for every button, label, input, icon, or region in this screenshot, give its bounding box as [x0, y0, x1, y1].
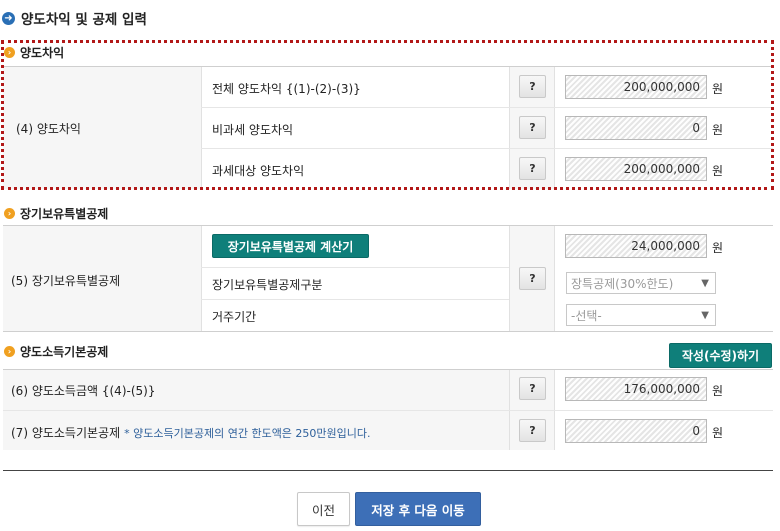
help-button-longterm[interactable]: ?: [519, 267, 546, 290]
income-amount-field[interactable]: 176,000,000: [565, 377, 707, 401]
section-header-basic: › 양도소득기본공제: [4, 343, 108, 360]
chevron-down-icon: ▼: [701, 309, 709, 321]
help-button-income[interactable]: ?: [519, 377, 546, 400]
prev-button[interactable]: 이전: [297, 492, 350, 526]
residence-period-select[interactable]: -선택- ▼: [566, 304, 716, 326]
residence-period-label: 거주기간: [212, 310, 257, 324]
longterm-type-label: 장기보유특별공제구분: [212, 278, 323, 292]
chevron-circle-icon: ›: [4, 346, 15, 357]
footer-divider: [3, 470, 773, 471]
longterm-deduction-field[interactable]: 24,000,000: [565, 234, 707, 258]
unit-label: 원: [712, 241, 724, 255]
page-title: ➜ 양도차익 및 공제 입력: [2, 8, 147, 28]
longterm-type-select[interactable]: 장특공제(30%한도) ▼: [566, 272, 716, 294]
unit-label: 원: [712, 426, 724, 440]
limit-note: * 양도소득기본공제의 연간 한도액은 250만원입니다.: [124, 427, 371, 440]
save-next-button[interactable]: 저장 후 다음 이동: [355, 492, 481, 526]
arrow-right-circle-icon: ➜: [2, 11, 15, 25]
longterm-row-label: (5) 장기보유특별공제: [11, 274, 121, 288]
highlight-box: [1, 40, 774, 190]
longterm-calculator-button[interactable]: 장기보유특별공제 계산기: [212, 234, 369, 258]
page-title-text: 양도차익 및 공제 입력: [21, 12, 147, 28]
chevron-circle-icon: ›: [4, 208, 15, 219]
section-header-longterm: › 장기보유특별공제: [4, 205, 108, 222]
basic-deduction-field[interactable]: 0: [565, 419, 707, 443]
chevron-down-icon: ▼: [701, 277, 709, 289]
basic-deduction-row-label: (7) 양도소득기본공제 * 양도소득기본공제의 연간 한도액은 250만원입니…: [11, 426, 371, 440]
unit-label: 원: [712, 384, 724, 398]
help-button-basic-deduction[interactable]: ?: [519, 419, 546, 442]
edit-button[interactable]: 작성(수정)하기: [669, 343, 772, 368]
income-row-label: (6) 양도소득금액 {(4)-(5)}: [11, 384, 156, 398]
